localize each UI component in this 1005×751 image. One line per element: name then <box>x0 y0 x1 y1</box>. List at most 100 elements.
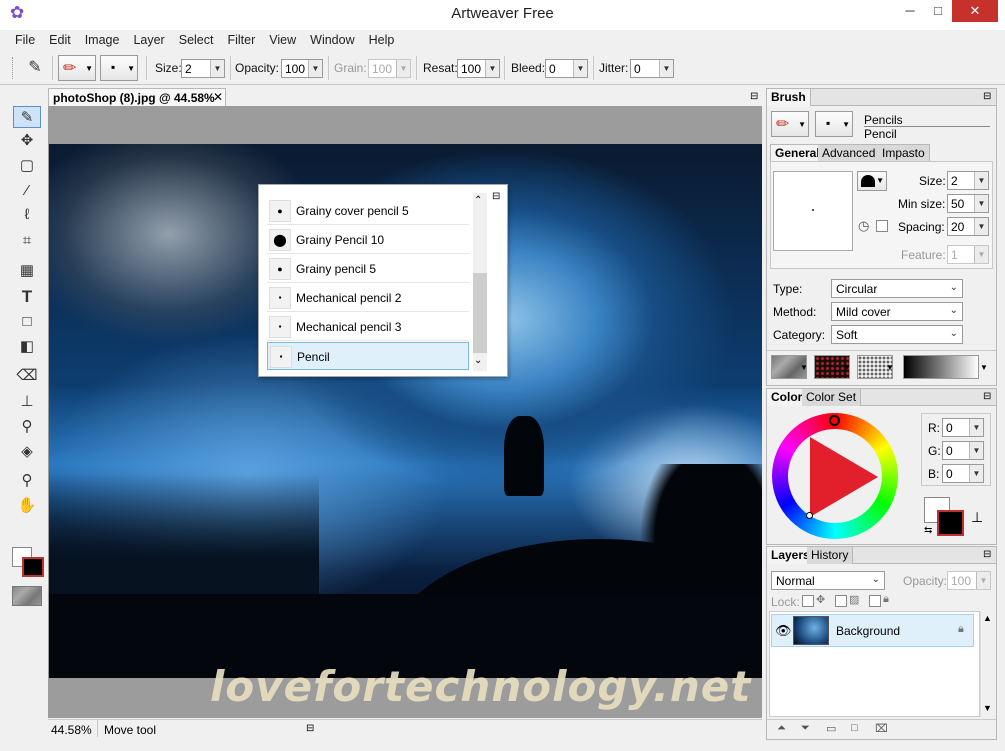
new-group-icon[interactable]: ▭ <box>826 722 836 735</box>
blue-input[interactable]: 0 ▼ <box>942 464 984 483</box>
lock-transparency-checkbox[interactable] <box>802 595 814 607</box>
tab-history[interactable]: History <box>807 547 854 564</box>
panel-menu-icon[interactable]: ⊟ <box>750 91 758 102</box>
size-input[interactable]: 2 ▼ <box>181 59 225 78</box>
list-item[interactable]: ● Grainy cover pencil 5 <box>267 197 469 225</box>
menu-image[interactable]: Image <box>78 30 127 50</box>
menu-view[interactable]: View <box>262 30 303 50</box>
close-button[interactable]: ✕ <box>952 0 998 22</box>
eraser-tool-icon[interactable]: ⌫ <box>13 365 41 387</box>
layer-opacity-input[interactable]: 100 ▼ <box>947 571 991 590</box>
gradient-button[interactable] <box>903 355 979 379</box>
eye-icon[interactable]: 👁︎ <box>775 623 792 639</box>
chevron-up-icon[interactable]: ▲ <box>983 613 992 623</box>
move-tool-icon[interactable]: ✥ <box>13 130 41 152</box>
panel-menu-icon[interactable]: ⊟ <box>983 549 991 560</box>
stamp-icon[interactable]: ⊥ <box>971 509 983 526</box>
brush-tip-button[interactable]: ▪ ▼ <box>815 111 853 137</box>
swap-colors-icon[interactable]: ⇆ <box>924 525 932 536</box>
brush-shape-button[interactable]: ▼ <box>857 171 887 191</box>
lasso-tool-icon[interactable]: ℓ <box>13 204 41 226</box>
panel-menu-icon[interactable]: ⊟ <box>492 191 500 202</box>
zoom-tool-icon[interactable]: ⚲ <box>13 470 41 492</box>
list-item[interactable]: ▪ Pencil <box>267 342 469 370</box>
delete-layer-icon[interactable]: ⌧ <box>875 722 888 735</box>
brush-preset-button[interactable]: ✏ ▼ <box>771 111 809 137</box>
jitter-input[interactable]: 0 ▼ <box>630 59 674 78</box>
value-marker[interactable] <box>806 512 813 519</box>
tab-color-set[interactable]: Color Set <box>802 389 862 406</box>
list-item[interactable]: ▪ Mechanical pencil 3 <box>267 313 469 341</box>
perspective-tool-icon[interactable]: ▦ <box>13 260 41 282</box>
spacing-checkbox[interactable] <box>876 220 888 232</box>
new-layer-icon[interactable]: □ <box>851 722 858 734</box>
panel-menu-icon[interactable]: ⊟ <box>983 391 991 402</box>
scrollbar[interactable]: ▲ ▼ <box>980 611 994 717</box>
panel-menu-icon[interactable]: ⊟ <box>983 91 991 102</box>
menu-filter[interactable]: Filter <box>220 30 262 50</box>
chevron-down-icon[interactable]: ▼ <box>800 363 808 372</box>
foreground-color-swatch[interactable] <box>937 510 964 536</box>
texture-swatch[interactable] <box>12 586 42 606</box>
tab-advanced[interactable]: Advanced <box>818 144 881 161</box>
blend-mode-select[interactable]: Normal ⌄ <box>771 571 885 590</box>
list-item[interactable]: ⬤ Grainy Pencil 10 <box>267 226 469 254</box>
chevron-down-icon[interactable]: ▼ <box>843 363 851 372</box>
paint-bucket-tool-icon[interactable]: ◈ <box>13 441 41 463</box>
feature-input[interactable]: 1 ▼ <box>947 245 989 264</box>
tab-general[interactable]: General <box>770 144 825 161</box>
grain-input[interactable]: 100 ▼ <box>368 59 411 78</box>
document-tab[interactable]: photoShop (8).jpg @ 44.58% ✕ <box>48 88 226 106</box>
brush-size-input[interactable]: 2 ▼ <box>947 171 989 190</box>
shape-tool-icon[interactable]: □ <box>13 311 41 333</box>
list-item[interactable]: ● Grainy pencil 5 <box>267 255 469 283</box>
layer-row[interactable]: 👁︎ Background 🔒︎ <box>771 614 974 647</box>
type-select[interactable]: Circular ⌄ <box>831 279 963 298</box>
tab-brush[interactable]: Brush <box>767 89 811 106</box>
lock-image-checkbox[interactable] <box>835 595 847 607</box>
crop-tool-icon[interactable]: ⌗ <box>13 230 41 252</box>
spacing-input[interactable]: 20 ▼ <box>947 217 989 236</box>
color-wheel[interactable] <box>772 413 898 539</box>
scrollbar-thumb[interactable] <box>473 273 487 353</box>
chevron-up-icon[interactable]: ⌃ <box>474 195 482 206</box>
opacity-input[interactable]: 100 ▼ <box>281 59 323 78</box>
gradient-tool-icon[interactable]: ◧ <box>13 336 41 358</box>
hue-marker[interactable] <box>829 415 840 426</box>
rect-select-tool-icon[interactable]: ▢ <box>13 155 41 177</box>
red-input[interactable]: 0 ▼ <box>942 418 984 437</box>
menu-help[interactable]: Help <box>362 30 402 50</box>
close-icon[interactable]: ✕ <box>213 90 223 104</box>
bleed-input[interactable]: 0 ▼ <box>545 59 588 78</box>
menu-file[interactable]: File <box>8 30 42 50</box>
chevron-down-icon[interactable]: ▼ <box>983 703 992 713</box>
eyedropper-tool-icon[interactable]: ⚲ <box>13 416 41 438</box>
maximize-button[interactable]: □ <box>923 0 953 22</box>
menu-edit[interactable]: Edit <box>42 30 78 50</box>
method-select[interactable]: Mild cover ⌄ <box>831 302 963 321</box>
menu-layer[interactable]: Layer <box>126 30 171 50</box>
resat-input[interactable]: 100 ▼ <box>457 59 500 78</box>
foreground-color-swatch[interactable] <box>22 557 44 577</box>
brush-preset-button[interactable]: ✏ ▼ <box>58 55 96 81</box>
hand-tool-icon[interactable]: ✋ <box>13 495 41 517</box>
min-size-input[interactable]: 50 ▼ <box>947 194 989 213</box>
move-layer-up-icon[interactable]: ⏶ <box>777 722 786 735</box>
magic-wand-tool-icon[interactable]: ⁄ <box>13 180 41 202</box>
chevron-down-icon[interactable]: ▼ <box>980 363 988 372</box>
chevron-down-icon[interactable]: ▼ <box>886 363 894 372</box>
text-tool-icon[interactable]: T <box>13 286 41 308</box>
list-item[interactable]: ▪ Mechanical pencil 2 <box>267 284 469 312</box>
category-select[interactable]: Soft ⌄ <box>831 325 963 344</box>
move-layer-down-icon[interactable]: ⏷ <box>801 722 810 735</box>
green-input[interactable]: 0 ▼ <box>942 441 984 460</box>
menu-select[interactable]: Select <box>172 30 221 50</box>
brush-tip-button[interactable]: ▪ ▼ <box>100 55 138 81</box>
lock-all-checkbox[interactable] <box>869 595 881 607</box>
clone-stamp-tool-icon[interactable]: ⊥ <box>13 391 41 413</box>
grip-handle[interactable] <box>12 57 15 79</box>
chevron-down-icon[interactable]: ⌄ <box>474 355 482 366</box>
pencil-tool-icon[interactable]: ✎ <box>13 106 41 128</box>
panel-menu-icon[interactable]: ⊟ <box>306 723 314 734</box>
tab-impasto[interactable]: Impasto <box>878 144 930 161</box>
